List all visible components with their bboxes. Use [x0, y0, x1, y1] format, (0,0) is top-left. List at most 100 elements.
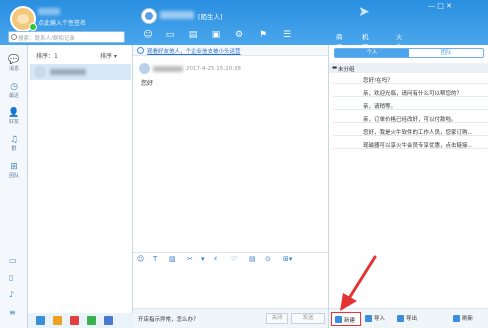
nav-friends[interactable]: 👤 好友	[0, 108, 28, 125]
app-icon[interactable]	[36, 316, 45, 325]
reply-item[interactable]: 亲，订单价格已经改好，可以付款啦。	[333, 113, 488, 123]
reply-item[interactable]: 亲，欢迎光临，请问有什么可以帮您的？	[333, 87, 488, 97]
app-icon[interactable]	[87, 316, 96, 325]
app-icon[interactable]	[70, 316, 79, 325]
history-icon[interactable]: ⊙	[265, 255, 271, 263]
dropdown-icon[interactable]: ▾	[201, 255, 205, 263]
refresh-label: 刷新	[462, 316, 474, 322]
sort-button[interactable]: 排序 ▾	[100, 51, 117, 60]
refresh-button[interactable]: 刷新	[453, 313, 473, 325]
import-icon	[365, 315, 372, 322]
nav-label: 消息	[8, 66, 19, 72]
input-toolbar: ☺ T ▨ ✂ ▾ ⚡ ♡ ▤ ⊙ ⊞▾	[133, 252, 328, 264]
group-header[interactable]: ▬ 未分组	[329, 63, 488, 73]
screen-icon[interactable]: ▭	[9, 256, 19, 266]
tab-team[interactable]: 团队	[409, 49, 483, 57]
message-text: 您好	[141, 80, 154, 87]
image-icon[interactable]: ▨	[169, 255, 176, 263]
reply-text: 亲，欢迎光临，请问有什么可以帮您的？	[363, 91, 463, 97]
message-timestamp: 2017-4-25 15:20:38	[186, 66, 241, 72]
reply-item[interactable]: 现磁器可以享火牛会员专享优惠，点击链接...	[333, 139, 488, 149]
nav-label: 群	[11, 146, 17, 152]
emoji-tool-icon[interactable]: ☺	[141, 29, 155, 41]
import-label: 导入	[374, 316, 386, 322]
nav-messages[interactable]: 💬 消息	[0, 55, 28, 72]
message-icon: 💬	[8, 55, 20, 65]
app-shortcut-bar	[28, 313, 133, 328]
refresh-icon	[453, 315, 460, 322]
collapse-arrow-icon: ▬	[332, 65, 338, 71]
panel-tabs: 个人 团队	[334, 48, 484, 58]
search-icon	[11, 34, 17, 40]
video-call-icon[interactable]: ▭	[163, 29, 177, 41]
sort-bar: 排序：1 排序 ▾	[28, 48, 133, 60]
conversation-avatar	[34, 66, 46, 78]
group-invite-icon[interactable]: ⚑	[256, 29, 270, 41]
chat-contact-avatar[interactable]	[141, 8, 157, 24]
menu-icon[interactable]: ≡	[9, 308, 19, 318]
search-input[interactable]: 搜索：联系人/群和记录	[8, 31, 125, 43]
file-transfer-icon[interactable]: ▤	[186, 29, 200, 41]
notice-link[interactable]: 观看好友他人，个企业信支被小头运营	[147, 47, 241, 55]
sender-name-redacted	[153, 66, 183, 72]
remote-assist-icon[interactable]: ⚙	[232, 29, 246, 41]
nav-team[interactable]: ⊞ 团队	[0, 162, 28, 179]
hint-text[interactable]: 开店指示异常，怎么办？	[138, 315, 199, 323]
export-button[interactable]: 导出	[397, 313, 417, 325]
export-label: 导出	[406, 316, 418, 322]
more-apps-icon[interactable]: ☰	[280, 29, 294, 41]
screen-share-icon[interactable]: ▣	[209, 29, 223, 41]
clipboard-icon[interactable]: ▤	[249, 255, 256, 263]
nav-groups[interactable]: ♫ 群	[0, 135, 28, 152]
conversation-list: 排序：1 排序 ▾	[28, 45, 133, 313]
reply-text: 您好，我是火牛软件的工作人员，您家订购...	[363, 130, 473, 136]
nav-label: 团队	[8, 173, 19, 179]
export-icon	[397, 315, 404, 322]
reply-text: 您好!在吗？	[363, 78, 393, 84]
username-redacted	[38, 8, 60, 15]
team-icon: ⊞	[10, 162, 18, 172]
sort-label: 排序：1	[36, 53, 58, 60]
conversation-item[interactable]	[30, 64, 131, 80]
group-icon: ♫	[9, 135, 19, 145]
scissors-icon[interactable]: ✂	[187, 255, 193, 263]
signature-text[interactable]: 点此输入个性签名	[38, 18, 86, 27]
more-icon[interactable]: ⊞▾	[283, 255, 292, 263]
nav-label: 好友	[8, 119, 19, 125]
info-icon	[137, 47, 144, 54]
title-bar: 点此输入个性签名 搜索：联系人/群和记录 [陌生人] ☺ ▭ ▤ ▣ ⚙ ⚑ ☰…	[0, 0, 488, 61]
close-button[interactable]: 关闭	[266, 313, 288, 324]
annotation-arrow-icon	[340, 255, 377, 311]
reply-item[interactable]: 亲，请稍等。	[333, 100, 488, 110]
reply-text: 现磁器可以享火牛会员专享优惠，点击链接...	[363, 143, 473, 149]
reply-item[interactable]: 您好，我是火牛软件的工作人员，您家订购...	[333, 126, 488, 136]
nav-recent[interactable]: ◷ 最近	[0, 82, 28, 99]
send-button[interactable]: 发送	[291, 313, 325, 324]
app-icon[interactable]	[53, 316, 62, 325]
phone-icon[interactable]: ▯	[9, 273, 19, 283]
emoji-icon[interactable]: ☺	[137, 255, 144, 263]
notice-bar: 观看好友他人，个企业信支被小头运营	[133, 45, 328, 56]
chat-contact-tag: [陌生人]	[198, 13, 223, 21]
sender-avatar	[139, 63, 150, 74]
app-icon[interactable]	[104, 316, 113, 325]
shake-icon[interactable]: ⚡	[213, 255, 218, 263]
chat-bottom-bar: 开店指示异常，怎么办？ 关闭 发送	[133, 308, 328, 328]
reply-item[interactable]: 您好!在吗？	[333, 74, 488, 84]
new-icon	[335, 316, 342, 323]
window-controls[interactable]: — □ ✕	[428, 2, 452, 10]
logo-plane-icon: ➤	[358, 4, 370, 20]
nav-label: 最近	[8, 93, 19, 99]
new-label: 新建	[344, 318, 356, 324]
reply-text: 亲，请稍等。	[363, 104, 397, 110]
clock-icon: ◷	[10, 82, 18, 92]
font-icon[interactable]: T	[153, 255, 157, 263]
tab-personal[interactable]: 个人	[335, 49, 409, 57]
conversation-name-redacted	[50, 69, 86, 75]
person-icon: 👤	[8, 108, 20, 118]
heart-icon[interactable]: ♡	[231, 255, 237, 263]
chat-contact-name-redacted	[160, 11, 194, 19]
reply-text: 亲，订单价格已经改好，可以付款啦。	[363, 117, 457, 123]
online-status-icon[interactable]	[29, 23, 37, 31]
mic-icon[interactable]: ♪	[9, 290, 19, 300]
